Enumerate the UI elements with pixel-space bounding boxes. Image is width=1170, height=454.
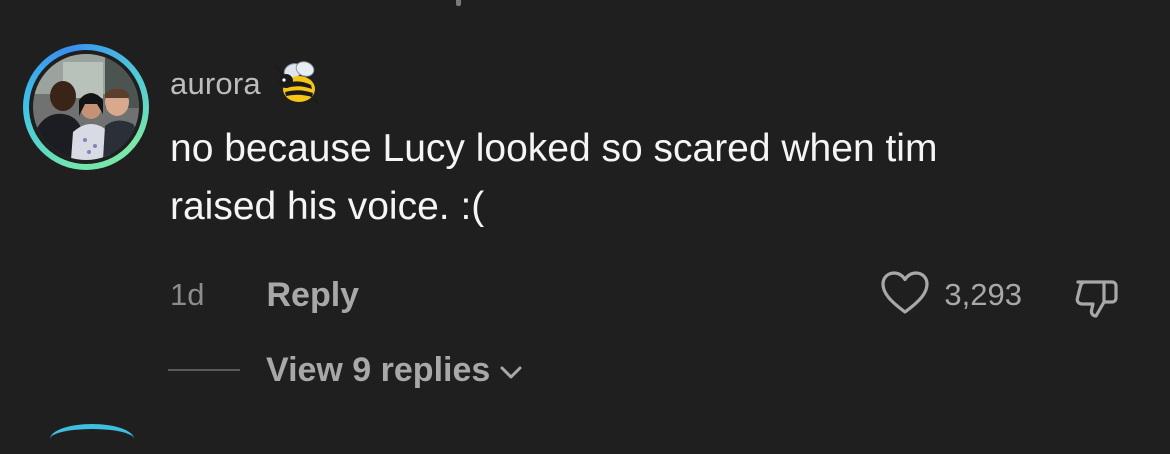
replies-divider bbox=[168, 369, 240, 371]
previous-item-edge bbox=[456, 0, 461, 6]
next-comment-avatar-edge bbox=[50, 424, 134, 454]
like-count: 3,293 bbox=[944, 277, 1022, 312]
bee-icon bbox=[273, 59, 323, 109]
avatar-photo bbox=[33, 54, 139, 160]
view-replies-label: View 9 replies bbox=[266, 350, 491, 389]
comment-actions: 1d Reply 3,293 bbox=[170, 270, 1130, 320]
comment-text: no because Lucy looked so scared when ti… bbox=[170, 127, 938, 228]
view-replies-button[interactable]: View 9 replies bbox=[168, 345, 524, 395]
avatar[interactable] bbox=[23, 44, 149, 170]
username[interactable]: aurora bbox=[170, 66, 261, 102]
thumbs-down-icon[interactable] bbox=[1072, 274, 1120, 322]
like-button[interactable]: 3,293 bbox=[880, 270, 1022, 320]
chevron-down-icon bbox=[498, 359, 524, 385]
heart-outline-icon bbox=[880, 270, 930, 321]
timestamp: 1d bbox=[170, 277, 205, 312]
username-row: aurora bbox=[170, 58, 1130, 110]
comment-body: aurora no because Lucy looked so scared … bbox=[170, 58, 1130, 236]
reply-button[interactable]: Reply bbox=[266, 276, 359, 315]
